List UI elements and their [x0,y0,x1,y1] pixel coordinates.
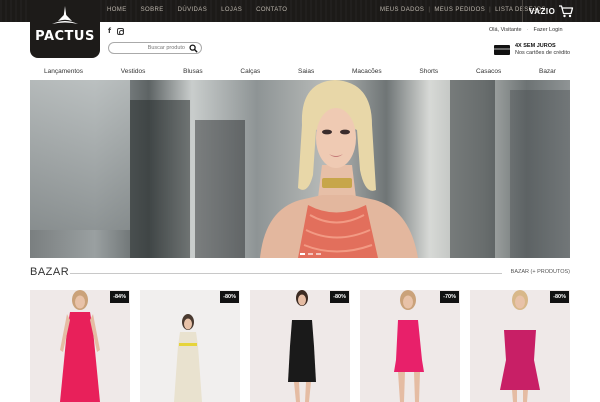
shopping-cart-icon [559,5,574,18]
top-nav-home[interactable]: HOME [107,7,127,13]
social-links: f [108,27,125,35]
facebook-icon[interactable]: f [108,27,111,35]
search-icon[interactable] [189,43,198,53]
top-nav-lojas[interactable]: LOJAS [221,7,242,13]
hero-banner[interactable] [30,80,570,258]
product-grid: -84% -80% -80% -70% -80% [30,290,570,402]
discount-badge: -70% [440,291,459,303]
category-blusas[interactable]: Blusas [183,68,203,75]
promo-title: 4X SEM JUROS [515,43,556,49]
category-nav: Lançamentos Vestidos Blusas Calças Saias… [30,64,570,78]
user-nav-meus-dados[interactable]: MEUS DADOS [380,7,424,13]
page: HOME SOBRE DÚVIDAS LOJAS CONTATO MEUS DA… [0,0,600,402]
cart-label: VAZIO [529,6,556,16]
separator: · [526,27,529,33]
divider [70,273,502,274]
carousel-dots [300,253,321,255]
section-title: BAZAR [30,266,70,278]
user-nav-meus-pedidos[interactable]: MEUS PEDIDOS [434,7,485,13]
credit-card-icon [494,45,510,55]
product-image [60,290,100,402]
user-nav: MEUS DADOS | MEUS PEDIDOS | LISTA DESEJO… [380,7,546,13]
carousel-dot[interactable] [316,253,321,255]
product-card[interactable]: -84% [30,290,130,402]
separator: | [428,7,431,13]
login-link[interactable]: Fazer Login [533,27,562,33]
product-card[interactable]: -80% [250,290,350,402]
logo[interactable]: PACTUS [30,0,100,58]
category-lancamentos[interactable]: Lançamentos [44,68,83,75]
logo-text: PACTUS [35,29,95,44]
top-nav: HOME SOBRE DÚVIDAS LOJAS CONTATO [107,7,287,13]
bazar-header: BAZAR BAZAR (+ PRODUTOS) [30,266,570,280]
product-image [394,290,424,402]
product-image [500,290,540,402]
category-macacoes[interactable]: Macacões [352,68,382,75]
category-bazar[interactable]: Bazar [539,68,556,75]
search-box [108,42,202,54]
discount-badge: -84% [110,291,129,303]
separator: | [489,7,492,13]
category-vestidos[interactable]: Vestidos [121,68,146,75]
search-input[interactable] [113,43,189,53]
product-image [288,290,316,402]
promo-subtitle: Nos cartões de crédito [515,50,571,56]
product-card[interactable]: -80% [140,290,240,402]
category-casacos[interactable]: Casacos [476,68,501,75]
top-nav-contato[interactable]: CONTATO [256,7,287,13]
category-calcas[interactable]: Calças [240,68,260,75]
model-photo [260,80,418,258]
discount-badge: -80% [550,291,569,303]
product-card[interactable]: -80% [470,290,570,402]
carousel-dot[interactable] [308,253,313,255]
carousel-dot[interactable] [300,253,305,255]
top-nav-duvidas[interactable]: DÚVIDAS [178,7,207,13]
discount-badge: -80% [220,291,239,303]
greeting-text: Olá, Visitante [489,27,522,33]
greeting: Olá, Visitante · Fazer Login [489,27,563,33]
tower-logo-icon [52,6,78,24]
product-card[interactable]: -70% [360,290,460,402]
category-shorts[interactable]: Shorts [419,68,438,75]
bazar-more-link[interactable]: BAZAR (+ PRODUTOS) [511,269,570,275]
installments-promo: 4X SEM JUROS Nos cartões de crédito [494,43,570,57]
top-nav-sobre[interactable]: SOBRE [141,7,164,13]
cart-button[interactable]: VAZIO [522,0,576,22]
product-image [174,314,202,402]
category-saias[interactable]: Saias [298,68,314,75]
discount-badge: -80% [330,291,349,303]
instagram-icon[interactable] [117,27,125,35]
